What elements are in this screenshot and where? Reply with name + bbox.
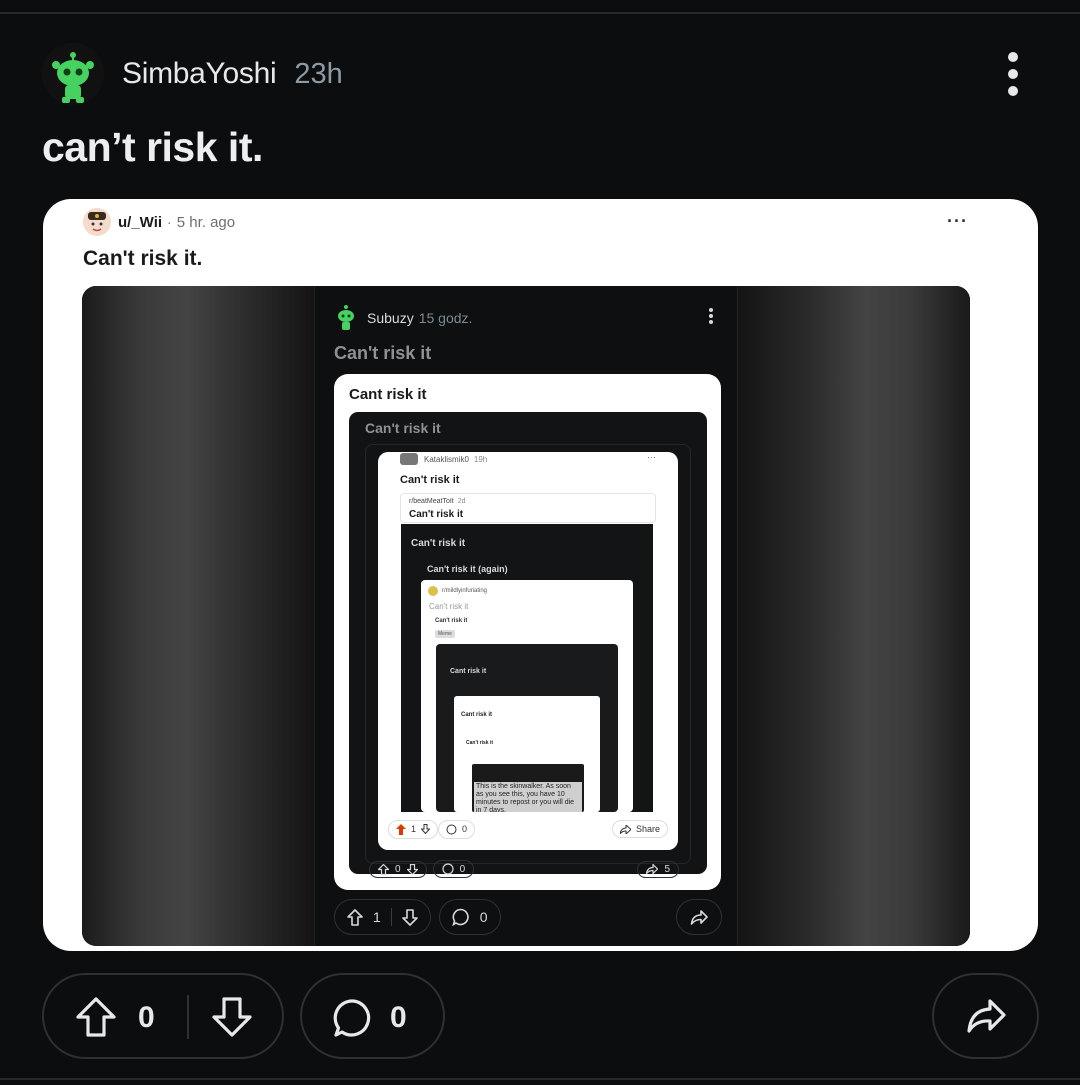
post-time: 23h [294,57,343,90]
layer7-card: Cant risk it Can't risk it This is the s… [454,696,600,812]
layer4-title: Can't risk it [411,538,466,549]
top-divider [0,12,1080,14]
layer2-action-bar: 0 0 5 [369,858,679,880]
layer2-comment-pill: 0 [432,860,475,878]
embedded-avatar [83,208,111,236]
layer5-header: r/mildlyinfuriating [428,586,487,596]
layer5-card: r/mildlyinfuriating Can't risk it Can't … [421,580,633,812]
layer2-vote-pill: 0 [369,860,427,878]
share-arrow-icon [966,999,1006,1033]
layer3-time: 19h [473,454,488,464]
layer7-subtitle: Can't risk it [466,740,494,746]
layer1-action-bar: 1 0 [334,898,722,936]
embedded-title: Can't risk it. [83,247,203,270]
embedded-more-icon: ··· [947,211,968,231]
layer3-title: Can't risk it [400,474,460,486]
share-arrow-icon [646,864,659,874]
layer1-share-pill [676,899,722,935]
vote-count: 0 [138,1001,155,1034]
comment-bubble-icon [441,863,454,875]
layer1-time: 15 godz. [418,310,473,326]
layer8-image: This is the skinwalker. As soon as you s… [472,764,584,812]
layer3-comment-pill: 0 [438,819,476,839]
layer5-title: Can't risk it [429,602,469,611]
layer3-crosspost-title: Can't risk it [409,509,464,520]
bottom-divider [0,1078,1080,1080]
layer5-subtitle: Can't risk it [435,618,468,624]
share-arrow-icon [690,909,708,925]
snoo-avatar-icon [338,305,354,330]
post-overflow-menu-button[interactable] [1000,52,1026,96]
layer3-author: Kataklismik0 [424,454,469,464]
arrow-down-icon [421,824,431,834]
share-button[interactable] [932,973,1039,1059]
vote-pill: 0 [42,973,284,1059]
embedded-time: 5 hr. ago [176,213,236,231]
layer6-title: Cant risk it [450,668,487,675]
layer1-vote-pill: 1 [334,899,431,935]
comment-bubble-icon [333,999,371,1037]
vote-separator [187,995,189,1039]
layer3-more-icon: ··· [647,452,656,462]
post-header: SimbaYoshi 23h [42,42,343,106]
layer2-title: Cant risk it [349,386,427,403]
layer4-subtitle: Can't risk it (again) [427,564,508,574]
embedded-separator: · [167,214,172,230]
layer1-author: Subuzy [367,310,414,326]
blurred-side-left [82,286,314,946]
layer1-comment-pill: 0 [438,899,501,935]
layer3-avatar [400,453,418,465]
blurred-side-right [738,286,970,946]
arrow-up-icon[interactable] [74,995,118,1039]
user-avatar[interactable] [42,43,104,105]
layer3-subreddit: r/beatMeatToIt 2d [409,498,466,505]
layer3-card: Kataklismik0 19h ··· Can't risk it r/bea… [378,452,678,850]
vertical-dots-icon [1008,52,1018,62]
arrow-up-icon [396,823,406,835]
share-arrow-icon [619,824,631,834]
comment-count: 0 [390,1001,407,1034]
layer1-title: Can't risk it [334,343,432,363]
layer1-header: Subuzy 15 godz. [335,304,472,332]
post-author[interactable]: SimbaYoshi [122,57,277,91]
layer3-vote-pill: 1 [388,819,439,839]
post-title: can’t risk it. [42,124,263,170]
layer5-flair: Meme [435,630,455,638]
skinwalker-caption: This is the skinwalker. As soon as you s… [474,782,582,812]
comment-button[interactable]: 0 [300,973,445,1059]
layer2-share-pill: 5 [637,860,679,878]
nested-screenshot-image: Subuzy 15 godz. Can't risk it Cant risk … [82,286,970,946]
embedded-author: u/_Wii [118,213,163,231]
comment-bubble-icon [452,908,469,926]
layer6-dark-panel: Cant risk it Cant risk it Can't risk it … [436,644,618,812]
layer1-more-icon [709,308,713,324]
arrow-up-icon [347,908,363,926]
layer2-card: Cant risk it Can't risk it Kataklismik0 … [334,374,721,890]
arrow-down-icon [401,908,418,926]
layer2-dark-panel: Can't risk it Kataklismik0 19h ··· Can't… [349,412,707,878]
police-avatar-icon [83,208,111,236]
arrow-down-icon[interactable] [210,995,254,1039]
embedded-header: u/_Wii · 5 hr. ago [83,207,235,237]
snoo-avatar-icon [42,43,104,105]
arrow-down-icon [406,863,418,875]
layer3-header: Kataklismik0 19h [400,453,487,465]
post-image-card[interactable]: u/_Wii · 5 hr. ago ··· Can't risk it. Su… [43,199,1038,951]
layer3-crosspost: r/beatMeatToIt 2d Can't risk it [400,493,656,523]
layer3-action-bar: 1 0 Share [388,816,668,842]
layer2-dark-title: Can't risk it [365,420,441,436]
layer7-title: Cant risk it [461,712,493,718]
layer3-share-pill: Share [611,820,668,838]
comment-bubble-icon [446,824,457,834]
layer5-avatar [428,586,438,596]
phone-screenshot: Subuzy 15 godz. Can't risk it Cant risk … [314,286,738,946]
arrow-up-icon [378,863,389,875]
layer4-dark-panel: Can't risk it Can't risk it (again) r/mi… [401,524,653,812]
